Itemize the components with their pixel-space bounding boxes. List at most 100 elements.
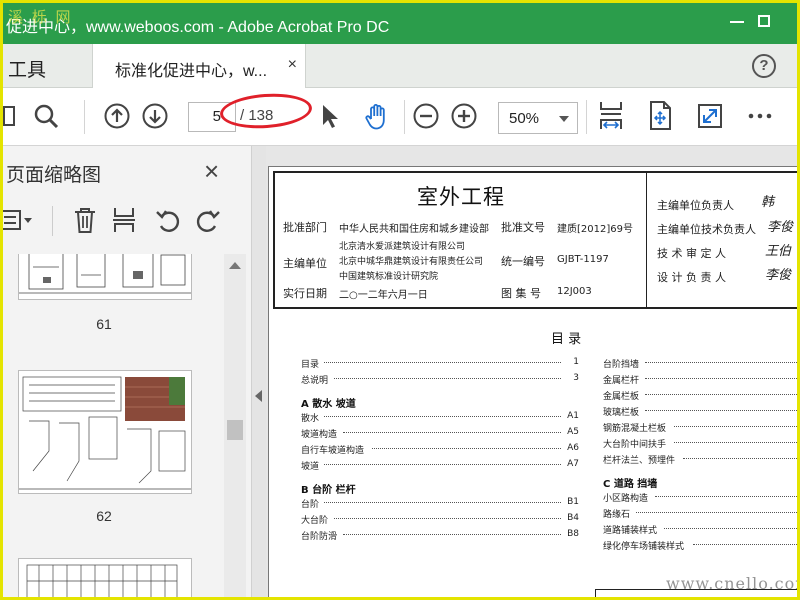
toc-entry-label: 目录 [301, 360, 320, 370]
page-thumbnails-panel: 页面缩略图 × 61 62 [0, 146, 252, 600]
signature: 王伯 [765, 244, 792, 259]
panel-collapse-handle[interactable] [252, 146, 266, 600]
signature-role: 技 术 审 定 人 [657, 247, 726, 260]
toc-entry-label: 坡道构造 [301, 430, 338, 440]
toc-entry[interactable]: 台阶 B1 [301, 497, 579, 510]
toc-entry[interactable]: 目录 1 [301, 357, 579, 370]
document-view[interactable]: 室外工程 批准部门 中华人民共和国住房和城乡建设部 批准文号 建质[2012]6… [266, 146, 800, 600]
close-tab-icon[interactable]: × [288, 56, 297, 74]
fit-page-icon[interactable] [646, 100, 674, 132]
toc-entry[interactable]: 台阶挡墙 [603, 357, 800, 370]
tab-document-label: 标准化促进中心，w... [115, 63, 268, 80]
toc-entry[interactable]: 钢筋混凝土栏板 [603, 421, 800, 434]
toc-leader-dots [324, 416, 561, 417]
toc-entry-label: 自行车坡道构造 [301, 446, 365, 456]
toc-leader-dots [343, 432, 561, 433]
toc-leader-dots [645, 378, 800, 379]
scroll-up-icon[interactable] [229, 262, 241, 269]
toc-entry[interactable]: 台阶防滑 B8 [301, 529, 579, 542]
page-thumbnail[interactable] [18, 254, 192, 300]
toc-entry[interactable]: 自行车坡道构造 A6 [301, 443, 579, 456]
toc-leader-dots [692, 544, 800, 545]
maximize-icon[interactable] [752, 8, 778, 34]
toc-entry[interactable]: 大台阶中间扶手 [603, 437, 800, 450]
page-thumbnail[interactable] [18, 370, 192, 494]
editor-line: 中国建筑标准设计研究院 [339, 272, 439, 282]
tab-document[interactable]: 标准化促进中心，w... × [92, 44, 306, 89]
toc-entry-label: 玻璃栏板 [603, 408, 640, 418]
next-page-icon[interactable] [141, 102, 169, 130]
toc-entry-label: 大台阶 [301, 516, 329, 526]
toc-entry-label: 坡道 [301, 462, 320, 472]
zoom-level-value: 50% [509, 110, 540, 127]
document-title: 室外工程 [417, 185, 505, 209]
help-icon[interactable]: ? [752, 54, 776, 78]
previous-page-icon[interactable] [103, 102, 131, 130]
toc-entry[interactable]: 道路铺装样式 [603, 523, 800, 536]
toc-entry[interactable]: 金属栏杆 [603, 373, 800, 386]
signature-role: 主编单位技术负责人 [657, 223, 756, 236]
full-screen-icon[interactable] [696, 102, 724, 130]
zoom-level-select[interactable]: 50% [498, 102, 578, 134]
rotate-right-icon[interactable] [194, 206, 222, 234]
toc-leader-dots [673, 442, 800, 443]
page-number-input[interactable]: 5 [188, 102, 236, 132]
toc-entry-label: 绿化停车场铺装样式 [603, 542, 685, 552]
scrollbar-thumb[interactable] [227, 420, 243, 440]
toc-entry[interactable]: 绿化停车场铺装样式 [603, 539, 800, 552]
toc-leader-dots [645, 410, 800, 411]
toolbar-separator [586, 100, 587, 134]
scrolling-mode-icon[interactable] [596, 100, 626, 132]
rotate-left-icon[interactable] [154, 206, 182, 234]
unified-no: GJBT-1197 [557, 254, 609, 265]
delete-page-icon[interactable] [72, 206, 98, 234]
toc-leader-dots [333, 518, 561, 519]
toc-entry-page: B4 [567, 513, 579, 523]
toc-leader-dots [645, 394, 800, 395]
page-thumbnail[interactable] [18, 558, 192, 600]
toc-entry[interactable]: 路缘石 [603, 507, 800, 520]
toc-entry-label: 金属栏板 [603, 392, 640, 402]
toc-entry[interactable]: 散水 A1 [301, 411, 579, 424]
title-block-main: 室外工程 批准部门 中华人民共和国住房和城乡建设部 批准文号 建质[2012]6… [275, 173, 647, 307]
title-block: 室外工程 批准部门 中华人民共和国住房和城乡建设部 批准文号 建质[2012]6… [273, 171, 800, 309]
toc-entry[interactable]: 金属栏板 [603, 389, 800, 402]
toc-entry-label: 台阶挡墙 [603, 360, 640, 370]
approval-no-label: 批准文号 [501, 221, 545, 234]
thumbnail-list: 61 62 [0, 254, 224, 600]
site-watermark: 溪 栎 网 [8, 8, 73, 26]
hand-tool-icon[interactable] [362, 102, 392, 132]
zoom-in-icon[interactable] [450, 102, 478, 130]
toolbar: 5 / 138 50% [0, 88, 800, 146]
unified-no-label: 统一编号 [501, 255, 545, 268]
panel-title: 页面缩略图 [6, 165, 102, 186]
close-panel-icon[interactable]: × [204, 156, 219, 187]
toc-entry-label: 道路铺装样式 [603, 526, 658, 536]
chevron-down-icon [559, 116, 569, 122]
toc-entry[interactable]: 小区路构造 [603, 491, 800, 504]
toc-entry[interactable]: 玻璃栏板 [603, 405, 800, 418]
toc-leader-dots [343, 534, 561, 535]
minimize-icon[interactable] [724, 8, 750, 34]
approval-no: 建质[2012]69号 [557, 224, 633, 235]
thumbnail-options-icon[interactable] [0, 208, 36, 232]
search-icon[interactable] [32, 102, 60, 130]
signature-role: 主编单位负责人 [657, 199, 734, 212]
toc-entry[interactable]: 总说明 3 [301, 373, 579, 386]
toc-leader-dots [324, 464, 561, 465]
toc-entry[interactable]: 栏杆法兰、预埋件 [603, 453, 800, 466]
toc-leader-dots [324, 502, 561, 503]
more-options-icon[interactable] [746, 102, 774, 130]
thumbnail-drawing [26, 564, 178, 600]
zoom-out-icon[interactable] [412, 102, 440, 130]
tab-tools[interactable]: 工具 [8, 55, 46, 82]
toc-section-heading: B 台阶 栏杆 [301, 485, 356, 496]
toc-entry[interactable]: 坡道构造 A5 [301, 427, 579, 440]
sidebar-toggle-icon[interactable] [0, 102, 20, 130]
toc-entry[interactable]: 坡道 A7 [301, 459, 579, 472]
thumbnail-scrollbar[interactable] [224, 254, 246, 600]
panel-separator [52, 206, 53, 236]
select-cursor-icon[interactable] [316, 102, 344, 130]
toc-entry[interactable]: 大台阶 B4 [301, 513, 579, 526]
split-page-icon[interactable] [110, 206, 138, 234]
